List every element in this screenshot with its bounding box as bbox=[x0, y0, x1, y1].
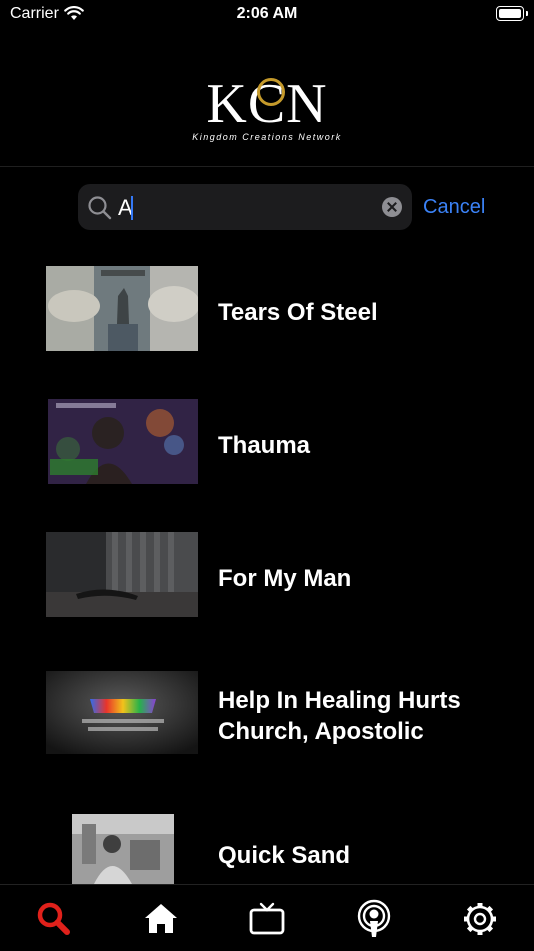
result-title-line: Help In Healing Hurts bbox=[218, 687, 461, 714]
result-item[interactable]: Tears Of Steel bbox=[0, 266, 534, 352]
status-bar: Carrier 2:06 AM bbox=[0, 0, 534, 30]
quick-sand-thumbnail bbox=[72, 814, 174, 884]
tab-podcast[interactable] bbox=[354, 899, 394, 939]
thauma-thumbnail bbox=[48, 399, 198, 484]
tab-home[interactable] bbox=[141, 899, 181, 939]
result-item[interactable]: For My Man bbox=[0, 532, 534, 618]
tab-settings[interactable] bbox=[460, 899, 500, 939]
tab-tv[interactable] bbox=[247, 899, 287, 939]
clock: 2:06 AM bbox=[236, 5, 298, 22]
search-input[interactable] bbox=[116, 190, 360, 226]
header-divider bbox=[0, 166, 534, 167]
result-item[interactable]: Thauma bbox=[0, 399, 534, 485]
result-title: Tears Of Steel bbox=[218, 299, 378, 326]
text-caret bbox=[131, 196, 133, 220]
result-title-line: Church, Apostolic bbox=[218, 718, 424, 745]
app-logo: KCN Kingdom Creations Network bbox=[0, 76, 534, 142]
help-in-healing-hurts-thumbnail bbox=[46, 671, 198, 754]
cancel-button[interactable]: Cancel bbox=[423, 196, 485, 219]
tab-bar bbox=[0, 884, 534, 951]
result-title: Help In Healing Hurts Church, Apostolic bbox=[218, 685, 461, 747]
home-icon bbox=[145, 904, 177, 933]
search-icon bbox=[88, 196, 112, 220]
gear-icon bbox=[464, 903, 496, 935]
result-item[interactable]: Help In Healing Hurts Church, Apostolic bbox=[0, 671, 534, 755]
search-bar[interactable] bbox=[78, 184, 412, 230]
result-item[interactable]: Quick Sand bbox=[0, 814, 534, 884]
podcast-icon bbox=[357, 899, 391, 937]
tears-of-steel-thumbnail bbox=[46, 266, 198, 351]
tab-search[interactable] bbox=[34, 899, 74, 939]
clear-search-icon[interactable] bbox=[382, 197, 402, 217]
logo-mark: KCN bbox=[206, 73, 328, 135]
tv-icon bbox=[249, 902, 285, 935]
battery-icon bbox=[496, 6, 528, 21]
for-my-man-thumbnail bbox=[46, 532, 198, 617]
search-icon bbox=[37, 902, 70, 935]
result-title: Quick Sand bbox=[218, 842, 351, 869]
result-title: Thauma bbox=[218, 432, 311, 459]
result-title: For My Man bbox=[218, 565, 352, 592]
